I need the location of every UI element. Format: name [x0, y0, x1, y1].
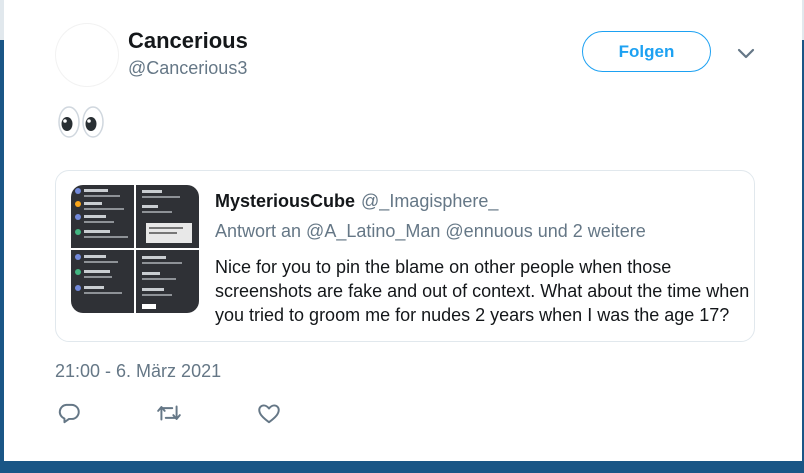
eyes-emoji: [56, 104, 106, 140]
tweet-timestamp[interactable]: 21:00 - 6. März 2021: [55, 361, 221, 382]
quoted-author: MysteriousCube @_Imagisphere_: [215, 191, 498, 212]
reply-icon[interactable]: [56, 400, 82, 426]
quoted-author-name: MysteriousCube: [215, 191, 356, 211]
media-thumbnail[interactable]: [136, 185, 199, 248]
follow-button[interactable]: Folgen: [582, 31, 711, 72]
chevron-down-icon[interactable]: [734, 44, 758, 64]
media-thumbnail[interactable]: [71, 250, 134, 313]
page-bottom-bar: [0, 461, 804, 473]
quoted-author-handle: @_Imagisphere_: [361, 191, 499, 211]
quoted-text-line: screenshots are fake and out of context.…: [215, 281, 750, 301]
quoted-media-grid[interactable]: [71, 185, 199, 313]
media-thumbnail[interactable]: [71, 185, 134, 248]
like-icon[interactable]: [256, 400, 282, 426]
author-handle[interactable]: @Cancerious3: [128, 58, 247, 79]
author-name[interactable]: Cancerious: [128, 28, 248, 54]
quoted-text-line: you tried to groom me for nudes 2 years …: [215, 305, 730, 325]
avatar[interactable]: [56, 24, 118, 86]
quoted-reply-context: Antwort an @A_Latino_Man @ennuous und 2 …: [215, 221, 646, 241]
quoted-tweet-text: Nice for you to pin the blame on other p…: [215, 255, 750, 327]
quoted-text-line: Nice for you to pin the blame on other p…: [215, 257, 672, 277]
quoted-tweet[interactable]: MysteriousCube @_Imagisphere_ Antwort an …: [55, 170, 755, 342]
media-thumbnail[interactable]: [136, 250, 199, 313]
tweet-card: Cancerious @Cancerious3 Folgen Mysteriou…: [4, 0, 802, 461]
retweet-icon[interactable]: [156, 400, 182, 426]
